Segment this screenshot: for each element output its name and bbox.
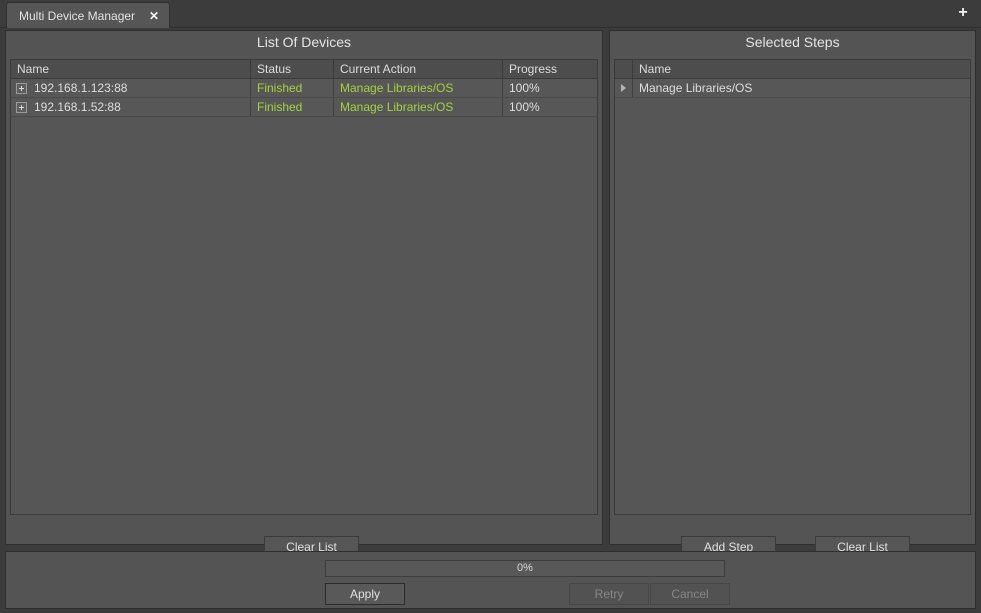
table-row[interactable]: 192.168.1.123:88 Finished Manage Librari…: [11, 79, 597, 98]
device-name: 192.168.1.52:88: [34, 98, 121, 116]
column-header-toggle: [615, 60, 633, 78]
devices-table-header: Name Status Current Action Progress: [11, 60, 597, 79]
device-progress: 100%: [503, 98, 597, 116]
bottom-bar: 0% Apply Retry Cancel: [5, 551, 976, 609]
device-current-action: Manage Libraries/OS: [334, 98, 503, 116]
tab-bar: Multi Device Manager ✕ +: [0, 0, 981, 28]
close-icon[interactable]: ✕: [149, 10, 159, 22]
device-name-cell[interactable]: 192.168.1.52:88: [11, 98, 251, 116]
plus-box-icon[interactable]: [16, 83, 27, 94]
column-header-name[interactable]: Name: [633, 60, 970, 78]
step-toggle-cell[interactable]: [615, 79, 633, 97]
device-name-cell[interactable]: 192.168.1.123:88: [11, 79, 251, 97]
overall-progress-bar: 0%: [325, 560, 725, 577]
device-status: Finished: [251, 79, 334, 97]
steps-table-header: Name: [615, 60, 970, 79]
column-header-current-action[interactable]: Current Action: [334, 60, 503, 78]
device-status: Finished: [251, 98, 334, 116]
retry-button: Retry: [569, 583, 649, 605]
apply-button[interactable]: Apply: [325, 583, 405, 605]
step-name: Manage Libraries/OS: [633, 79, 970, 97]
plus-icon[interactable]: +: [955, 6, 971, 22]
chevron-right-icon[interactable]: [621, 84, 626, 92]
table-row[interactable]: 192.168.1.52:88 Finished Manage Librarie…: [11, 98, 597, 117]
column-header-status[interactable]: Status: [251, 60, 334, 78]
table-row[interactable]: Manage Libraries/OS: [615, 79, 970, 98]
devices-panel: List Of Devices Name Status Current Acti…: [5, 30, 603, 545]
tab-multi-device-manager[interactable]: Multi Device Manager ✕: [6, 2, 170, 28]
plus-box-icon[interactable]: [16, 102, 27, 113]
steps-table: Name Manage Libraries/OS: [614, 59, 971, 515]
steps-panel: Selected Steps Name Manage Libraries/OS …: [609, 30, 976, 545]
column-header-name[interactable]: Name: [11, 60, 251, 78]
device-name: 192.168.1.123:88: [34, 79, 127, 97]
tab-label: Multi Device Manager: [19, 9, 135, 23]
column-header-progress[interactable]: Progress: [503, 60, 597, 78]
device-current-action: Manage Libraries/OS: [334, 79, 503, 97]
steps-panel-title: Selected Steps: [610, 31, 975, 53]
devices-table: Name Status Current Action Progress 192.…: [10, 59, 598, 515]
device-progress: 100%: [503, 79, 597, 97]
cancel-button: Cancel: [650, 583, 730, 605]
devices-panel-title: List Of Devices: [6, 31, 602, 53]
